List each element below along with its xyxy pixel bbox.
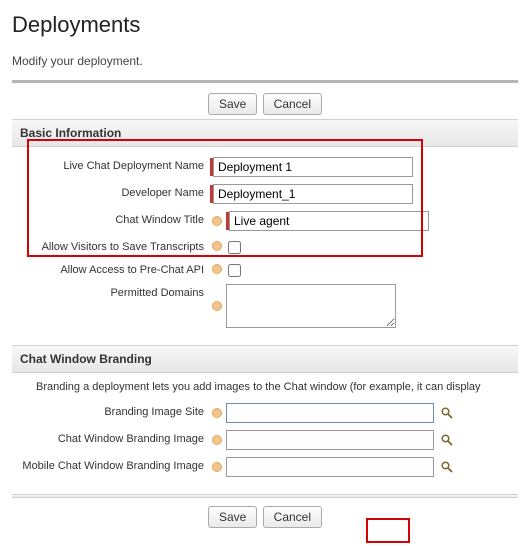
lookup-icon[interactable] — [440, 433, 454, 447]
lookup-icon[interactable] — [440, 460, 454, 474]
help-icon[interactable] — [212, 408, 222, 418]
label-chat-window-title: Chat Window Title — [18, 211, 210, 226]
input-developer-name[interactable] — [213, 184, 413, 204]
help-icon[interactable] — [212, 435, 222, 445]
lookup-icon[interactable] — [440, 406, 454, 420]
section-basic-information: Basic Information — [12, 119, 518, 147]
label-permitted-domains: Permitted Domains — [18, 284, 210, 299]
save-button-top[interactable]: Save — [208, 93, 257, 115]
cancel-button-top[interactable]: Cancel — [263, 93, 322, 115]
label-chat-window-branding-image: Chat Window Branding Image — [18, 430, 210, 445]
input-mobile-branding-image[interactable] — [226, 457, 434, 477]
save-button-bottom[interactable]: Save — [208, 506, 257, 528]
label-mobile-branding-image: Mobile Chat Window Branding Image — [18, 457, 210, 472]
checkbox-allow-save-transcripts[interactable] — [228, 241, 241, 254]
cancel-button-bottom[interactable]: Cancel — [263, 506, 322, 528]
label-branding-image-site: Branding Image Site — [18, 403, 210, 418]
input-branding-image-site[interactable] — [226, 403, 434, 423]
help-icon[interactable] — [212, 216, 222, 226]
label-allow-prechat-api: Allow Access to Pre-Chat API — [18, 261, 210, 276]
textarea-permitted-domains[interactable] — [226, 284, 396, 328]
divider — [12, 80, 518, 83]
label-allow-save-transcripts: Allow Visitors to Save Transcripts — [18, 238, 210, 253]
bottom-button-row: Save Cancel — [12, 498, 518, 536]
help-icon[interactable] — [212, 264, 222, 274]
input-chat-window-branding-image[interactable] — [226, 430, 434, 450]
help-icon[interactable] — [212, 301, 222, 311]
page-subtitle: Modify your deployment. — [12, 54, 518, 68]
page-title: Deployments — [12, 12, 518, 38]
basic-form-area: Live Chat Deployment Name Developer Name… — [12, 147, 518, 345]
checkbox-allow-prechat-api[interactable] — [228, 264, 241, 277]
input-chat-window-title[interactable] — [229, 211, 429, 231]
branding-form-area: Branding Image Site Chat Window Branding… — [12, 403, 518, 494]
top-button-row: Save Cancel — [12, 89, 518, 119]
help-icon[interactable] — [212, 241, 222, 251]
input-deployment-name[interactable] — [213, 157, 413, 177]
branding-description: Branding a deployment lets you add image… — [12, 373, 518, 403]
label-deployment-name: Live Chat Deployment Name — [18, 157, 210, 172]
section-chat-window-branding: Chat Window Branding — [12, 345, 518, 373]
help-icon[interactable] — [212, 462, 222, 472]
label-developer-name: Developer Name — [18, 184, 210, 199]
